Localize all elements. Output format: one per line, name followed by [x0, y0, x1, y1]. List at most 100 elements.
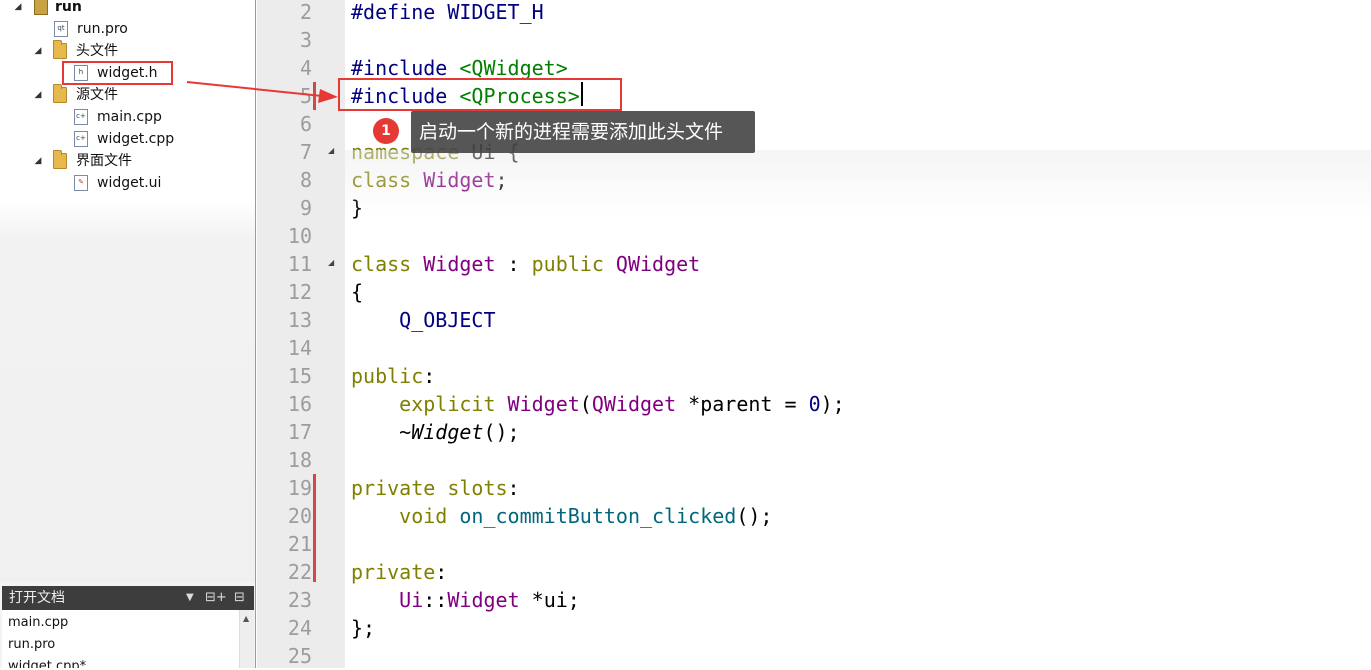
- tree-item-headers-folder[interactable]: ◢ 头文件: [0, 40, 255, 62]
- close-pane-icon[interactable]: ⊟: [234, 586, 245, 610]
- code-token: ::: [423, 588, 448, 612]
- code-line-23: Ui::Widget *ui;: [351, 586, 580, 614]
- line-number: 2: [299, 0, 312, 24]
- code-line-15: public:: [351, 362, 435, 390]
- code-token: <QWidget>: [459, 56, 568, 80]
- annotation-text: 启动一个新的进程需要添加此头文件: [419, 121, 724, 143]
- line-number: 6: [299, 112, 312, 136]
- code-token: class: [351, 168, 424, 192]
- fold-marker-icon[interactable]: ◢: [328, 258, 334, 267]
- line-number: 10: [287, 224, 312, 248]
- line-number: 13: [287, 308, 312, 332]
- code-token: class: [351, 252, 424, 276]
- open-docs-scrollbar[interactable]: ▲: [239, 610, 254, 668]
- code-token: *parent =: [676, 392, 809, 416]
- code-line-13: Q_OBJECT: [351, 306, 496, 334]
- line-number: 12: [287, 280, 312, 304]
- line-number: 11: [287, 252, 312, 276]
- open-doc-item[interactable]: widget.cpp*: [8, 656, 86, 668]
- code-token: Q_OBJECT: [351, 308, 496, 332]
- changed-line-marker: [313, 82, 316, 110]
- code-line-12: {: [351, 278, 363, 306]
- line-number: 16: [287, 392, 312, 416]
- code-token: public: [351, 364, 424, 388]
- tree-item-widget-ui[interactable]: ✎ widget.ui: [0, 172, 255, 194]
- code-line-11: class Widget : public QWidget: [351, 250, 700, 278]
- code-line-20: void on_commitButton_clicked();: [351, 502, 772, 530]
- ui-file-icon: ✎: [74, 175, 88, 191]
- code-token: ~: [351, 420, 412, 444]
- scroll-up-icon[interactable]: ▲: [243, 614, 249, 623]
- tree-item-forms-folder[interactable]: ◢ 界面文件: [0, 150, 255, 172]
- tree-item-label: widget.cpp: [97, 131, 175, 147]
- code-token: {: [351, 280, 364, 304]
- tree-item-sources-folder[interactable]: ◢ 源文件: [0, 84, 255, 106]
- code-line-17: ~Widget();: [351, 418, 520, 446]
- code-token: QWidget: [615, 252, 701, 276]
- folder-icon: [53, 150, 67, 169]
- code-line-2: #define WIDGET_H: [351, 0, 544, 26]
- code-token: #define WIDGET_H: [351, 0, 544, 24]
- code-token: Widget: [423, 168, 496, 192]
- code-token: on_commitButton_clicked: [459, 504, 737, 528]
- open-doc-item[interactable]: run.pro: [8, 634, 55, 656]
- line-number: 25: [287, 644, 312, 668]
- line-number: 4: [299, 56, 312, 80]
- fold-marker-icon[interactable]: ◢: [328, 146, 334, 155]
- line-number: 18: [287, 448, 312, 472]
- sidebar: ◢ run qt run.pro ◢ 头文件 h widget.h ◢ 源文件 …: [0, 0, 256, 668]
- tree-item-widget-cpp[interactable]: c+ widget.cpp: [0, 128, 255, 150]
- dropdown-arrow-icon[interactable]: ▼: [186, 586, 194, 610]
- code-token: );: [820, 392, 845, 416]
- tree-item-label: main.cpp: [97, 109, 162, 125]
- line-number-gutter: 2 3 4 5 6 7 8 9 10 11 12 13 14 15 16 17 …: [257, 0, 345, 668]
- code-token: #include: [351, 56, 460, 80]
- expand-arrow-icon[interactable]: ◢: [32, 40, 44, 62]
- open-docs-header: 打开文档 ▼ ⊟+ ⊟: [2, 586, 254, 610]
- expand-arrow-icon[interactable]: ◢: [32, 84, 44, 106]
- tree-item-label: 源文件: [76, 87, 118, 103]
- line-number: 14: [287, 336, 312, 360]
- code-token: ;: [495, 168, 508, 192]
- expand-arrow-icon[interactable]: ◢: [12, 0, 24, 18]
- code-token: Widget: [423, 252, 496, 276]
- cpp-file-icon: c+: [74, 131, 88, 147]
- code-token: }: [351, 196, 364, 220]
- code-token: Ui: [399, 588, 424, 612]
- open-doc-item[interactable]: main.cpp: [8, 612, 68, 634]
- tree-item-main-cpp[interactable]: c+ main.cpp: [0, 106, 255, 128]
- line-number: 9: [299, 196, 312, 220]
- split-view-icon[interactable]: ⊟+: [205, 586, 227, 610]
- tree-item-label: 界面文件: [76, 153, 132, 169]
- folder-icon: [53, 84, 67, 103]
- code-line-9: }: [351, 194, 363, 222]
- line-number: 5: [299, 84, 312, 108]
- code-token: :: [423, 364, 436, 388]
- tree-item-run-pro[interactable]: qt run.pro: [0, 18, 255, 40]
- open-docs-title: 打开文档: [9, 590, 65, 606]
- line-number: 19: [287, 476, 312, 500]
- code-token: :: [507, 476, 520, 500]
- line-number: 7: [299, 140, 312, 164]
- expand-arrow-icon[interactable]: ◢: [32, 150, 44, 172]
- tree-item-label: run.pro: [77, 21, 128, 37]
- tree-item-run[interactable]: ◢ run: [0, 0, 255, 18]
- code-token: Widget: [411, 420, 484, 444]
- open-docs-list: main.cpp run.pro widget.cpp* ▲: [2, 610, 254, 668]
- code-line-24: };: [351, 614, 375, 642]
- code-token: :: [495, 252, 532, 276]
- code-token: Widget: [447, 588, 520, 612]
- code-token: QWidget: [591, 392, 677, 416]
- highlight-box-include: [338, 78, 622, 111]
- line-number: 21: [287, 532, 312, 556]
- pro-file-icon: qt: [54, 21, 68, 37]
- cpp-file-icon: c+: [74, 109, 88, 125]
- text-caret: [581, 82, 583, 106]
- line-number: 20: [287, 504, 312, 528]
- code-token: ();: [483, 420, 520, 444]
- line-number: 8: [299, 168, 312, 192]
- line-number: 22: [287, 560, 312, 584]
- code-token: };: [351, 616, 376, 640]
